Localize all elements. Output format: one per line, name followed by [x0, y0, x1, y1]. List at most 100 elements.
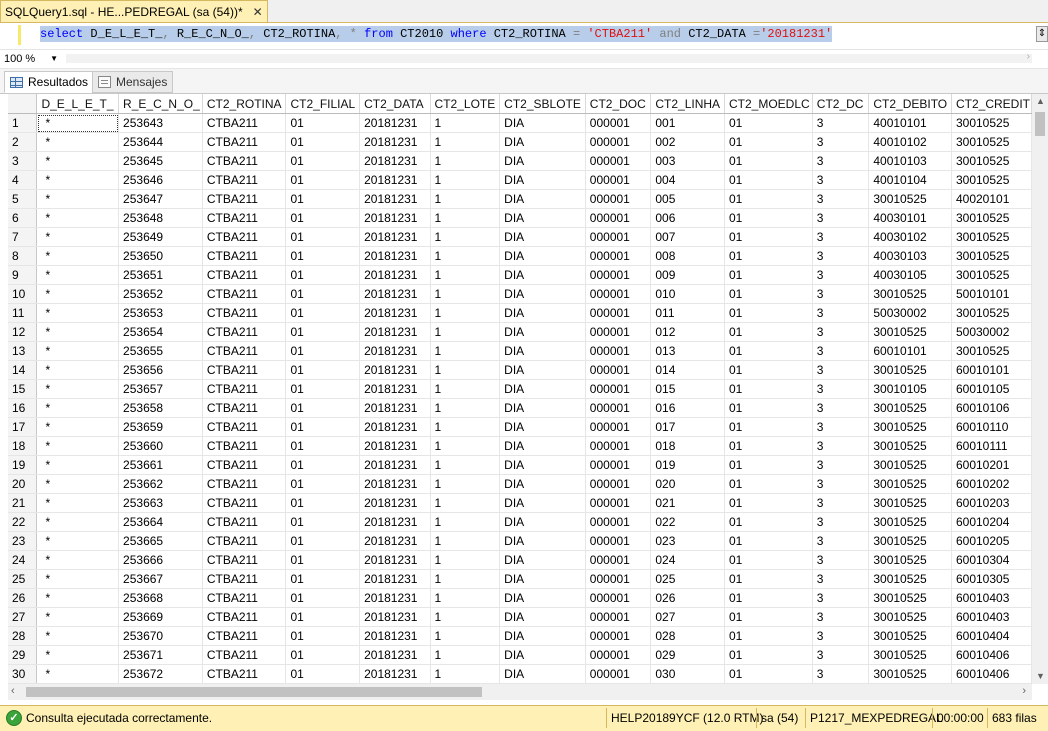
- table-cell[interactable]: 030: [650, 664, 725, 684]
- table-cell[interactable]: 01: [285, 436, 361, 456]
- table-cell[interactable]: 253670: [118, 626, 203, 646]
- table-cell[interactable]: CTBA211: [202, 436, 287, 456]
- grid-horizontal-scrollbar[interactable]: ‹ ›: [8, 684, 1032, 700]
- row-number[interactable]: 27: [8, 607, 38, 627]
- table-cell[interactable]: 30010525: [868, 455, 952, 475]
- table-cell[interactable]: 1: [430, 208, 501, 228]
- table-cell[interactable]: 000001: [585, 303, 652, 323]
- table-cell[interactable]: 025: [650, 569, 725, 589]
- table-cell[interactable]: 01: [285, 569, 361, 589]
- table-cell[interactable]: 20181231: [359, 645, 431, 665]
- table-cell[interactable]: 01: [724, 132, 813, 152]
- table-cell[interactable]: 1: [430, 626, 501, 646]
- table-cell[interactable]: 000001: [585, 132, 652, 152]
- table-cell[interactable]: 20181231: [359, 550, 431, 570]
- table-cell[interactable]: 01: [724, 455, 813, 475]
- editor-horizontal-scrollbar[interactable]: ›: [66, 51, 1032, 63]
- table-cell[interactable]: 253657: [118, 379, 203, 399]
- table-cell[interactable]: 253667: [118, 569, 203, 589]
- table-cell[interactable]: 000001: [585, 512, 652, 532]
- table-cell[interactable]: 01: [724, 284, 813, 304]
- table-cell[interactable]: 000001: [585, 550, 652, 570]
- column-header[interactable]: CT2_LOTE: [430, 94, 501, 114]
- table-cell[interactable]: 30010525: [868, 645, 952, 665]
- table-row[interactable]: 30 * 253672 CTBA211 01 20181231 1 DIA 000001 030 0…: [8, 664, 1032, 684]
- table-cell[interactable]: 000001: [585, 455, 652, 475]
- table-cell[interactable]: 253672: [118, 664, 203, 684]
- table-cell[interactable]: 253663: [118, 493, 203, 513]
- table-cell[interactable]: 000001: [585, 360, 652, 380]
- table-cell[interactable]: 20181231: [359, 322, 431, 342]
- table-cell[interactable]: 000001: [585, 341, 652, 361]
- table-cell[interactable]: 3: [812, 170, 870, 190]
- table-cell[interactable]: DIA: [499, 265, 586, 285]
- table-cell[interactable]: CTBA211: [202, 664, 287, 684]
- table-cell[interactable]: 50030002: [951, 322, 1032, 342]
- table-cell[interactable]: 015: [650, 379, 725, 399]
- table-cell[interactable]: 000001: [585, 379, 652, 399]
- table-cell[interactable]: *: [36, 512, 120, 532]
- table-cell[interactable]: 01: [285, 284, 361, 304]
- table-cell[interactable]: 000001: [585, 284, 652, 304]
- table-cell[interactable]: 60010403: [951, 607, 1032, 627]
- row-number[interactable]: 13: [8, 341, 38, 361]
- row-number[interactable]: 19: [8, 455, 38, 475]
- table-cell[interactable]: 01: [285, 113, 361, 133]
- table-row[interactable]: 26 * 253668 CTBA211 01 20181231 1 DIA 000001 026 0…: [8, 588, 1032, 608]
- table-cell[interactable]: *: [36, 113, 120, 133]
- sql-query-line[interactable]: select D_E_L_E_T_, R_E_C_N_O_, CT2_ROTIN…: [40, 26, 833, 42]
- split-editor-icon[interactable]: ⇕: [1036, 26, 1048, 42]
- table-cell[interactable]: CTBA211: [202, 493, 287, 513]
- table-cell[interactable]: *: [36, 227, 120, 247]
- table-cell[interactable]: 01: [285, 132, 361, 152]
- table-cell[interactable]: 01: [724, 512, 813, 532]
- column-header[interactable]: CT2_FILIAL: [285, 94, 361, 114]
- row-number-header[interactable]: [8, 94, 38, 114]
- table-cell[interactable]: DIA: [499, 170, 586, 190]
- table-cell[interactable]: *: [36, 550, 120, 570]
- table-cell[interactable]: 40030103: [868, 246, 952, 266]
- table-cell[interactable]: DIA: [499, 322, 586, 342]
- table-cell[interactable]: 30010525: [868, 569, 952, 589]
- table-cell[interactable]: 026: [650, 588, 725, 608]
- scroll-up-icon[interactable]: ▲: [1036, 96, 1045, 106]
- table-row[interactable]: 27 * 253669 CTBA211 01 20181231 1 DIA 000001 027 0…: [8, 607, 1032, 627]
- table-cell[interactable]: 01: [724, 170, 813, 190]
- table-cell[interactable]: 253647: [118, 189, 203, 209]
- table-cell[interactable]: 01: [285, 303, 361, 323]
- row-number[interactable]: 2: [8, 132, 38, 152]
- table-row[interactable]: 17 * 253659 CTBA211 01 20181231 1 DIA 000001 017 0…: [8, 417, 1032, 437]
- table-cell[interactable]: 01: [285, 246, 361, 266]
- table-cell[interactable]: 60010201: [951, 455, 1032, 475]
- table-row[interactable]: 1 * 253643 CTBA211 01 20181231 1 DIA 000001 001 01…: [8, 113, 1032, 133]
- table-cell[interactable]: *: [36, 493, 120, 513]
- table-cell[interactable]: 01: [285, 474, 361, 494]
- row-number[interactable]: 16: [8, 398, 38, 418]
- table-cell[interactable]: 40020101: [951, 189, 1032, 209]
- table-cell[interactable]: 3: [812, 208, 870, 228]
- table-cell[interactable]: 20181231: [359, 569, 431, 589]
- row-number[interactable]: 21: [8, 493, 38, 513]
- table-cell[interactable]: DIA: [499, 227, 586, 247]
- table-cell[interactable]: 3: [812, 341, 870, 361]
- table-cell[interactable]: 3: [812, 512, 870, 532]
- table-cell[interactable]: 60010205: [951, 531, 1032, 551]
- table-cell[interactable]: 01: [724, 341, 813, 361]
- table-row[interactable]: 9 * 253651 CTBA211 01 20181231 1 DIA 000001 009 01…: [8, 265, 1032, 285]
- table-cell[interactable]: *: [36, 474, 120, 494]
- row-number[interactable]: 3: [8, 151, 38, 171]
- table-cell[interactable]: *: [36, 189, 120, 209]
- table-cell[interactable]: 253659: [118, 417, 203, 437]
- row-number[interactable]: 6: [8, 208, 38, 228]
- table-cell[interactable]: DIA: [499, 531, 586, 551]
- table-cell[interactable]: 253650: [118, 246, 203, 266]
- table-cell[interactable]: DIA: [499, 455, 586, 475]
- table-cell[interactable]: DIA: [499, 474, 586, 494]
- table-cell[interactable]: 3: [812, 379, 870, 399]
- table-cell[interactable]: 30010525: [868, 360, 952, 380]
- table-cell[interactable]: DIA: [499, 626, 586, 646]
- table-cell[interactable]: 010: [650, 284, 725, 304]
- table-cell[interactable]: DIA: [499, 607, 586, 627]
- table-cell[interactable]: CTBA211: [202, 550, 287, 570]
- table-cell[interactable]: 01: [285, 455, 361, 475]
